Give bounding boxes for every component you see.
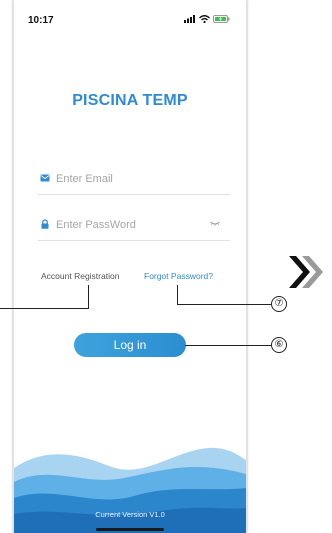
- double-chevron-right-icon: [289, 256, 323, 288]
- callout-line-6: [185, 345, 271, 346]
- status-icons: [184, 15, 230, 23]
- manual-page: 10:17 PISCINA TEMP Enter Email Account R…: [0, 0, 332, 533]
- callout-line-registration-horizontal: [0, 308, 89, 309]
- password-input[interactable]: [56, 215, 206, 235]
- lock-icon: [41, 219, 49, 229]
- app-title: PISCINA TEMP: [72, 92, 188, 109]
- email-input[interactable]: [56, 169, 206, 189]
- cellular-signal-icon: [184, 15, 195, 23]
- callout-line-7-vertical: [177, 285, 178, 305]
- phone-screen: 10:17 PISCINA TEMP Enter Email Account R…: [13, 0, 247, 533]
- status-bar: 10:17: [14, 0, 246, 36]
- forgot-password-link[interactable]: Forgot Password?: [144, 271, 213, 281]
- battery-charging-icon: [213, 15, 230, 23]
- email-field[interactable]: [38, 164, 230, 195]
- home-indicator: [96, 528, 164, 531]
- login-button[interactable]: Log in: [74, 333, 186, 357]
- status-time: 10:17: [28, 15, 54, 26]
- wifi-icon: [199, 15, 210, 23]
- callout-6: ⑥: [271, 337, 287, 353]
- eye-closed-icon[interactable]: [210, 221, 220, 227]
- mail-icon: [40, 174, 50, 182]
- callout-7: ⑦: [271, 296, 287, 312]
- version-label: Current Version V1.0: [95, 510, 165, 519]
- auth-links: Account Registration Forgot Password?: [14, 271, 246, 287]
- callout-line-registration-vertical: [88, 285, 89, 309]
- password-field[interactable]: [38, 210, 230, 241]
- callout-line-7-horizontal: [177, 304, 271, 305]
- account-registration-link[interactable]: Account Registration: [41, 271, 119, 281]
